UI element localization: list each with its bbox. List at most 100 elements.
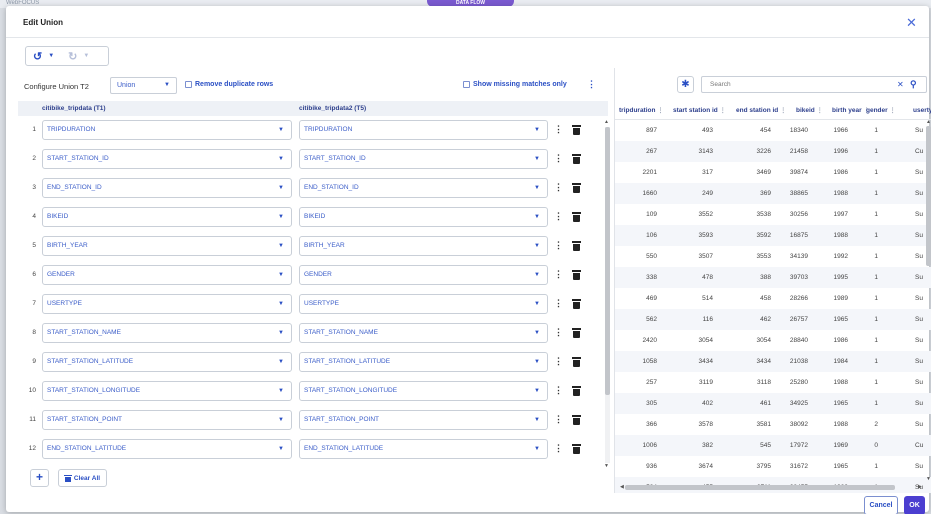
close-icon[interactable]: ✕ bbox=[906, 16, 917, 29]
table-cell: 3469 bbox=[756, 169, 771, 176]
cancel-button[interactable]: Cancel bbox=[864, 496, 898, 514]
left-column-select[interactable]: END_STATION_ID ▼ bbox=[42, 178, 292, 198]
right-column-select[interactable]: START_STATION_LATITUDE ▼ bbox=[299, 352, 548, 372]
scroll-thumb[interactable] bbox=[926, 126, 931, 266]
ok-button[interactable]: OK bbox=[904, 496, 925, 514]
trash-icon[interactable] bbox=[572, 357, 581, 367]
grid-column-header[interactable]: bikeid ⋮ bbox=[796, 107, 823, 114]
trash-icon[interactable] bbox=[572, 154, 581, 164]
scroll-thumb[interactable] bbox=[625, 485, 895, 490]
right-column-select[interactable]: START_STATION_LONGITUDE ▼ bbox=[299, 381, 548, 401]
left-column-select[interactable]: USERTYPE ▼ bbox=[42, 294, 292, 314]
gear-icon[interactable]: ✱ bbox=[677, 76, 694, 93]
redo-icon[interactable]: ↻ bbox=[68, 47, 77, 65]
grid-column-header[interactable]: userty bbox=[913, 107, 931, 114]
remove-duplicates-checkbox[interactable]: Remove duplicate rows bbox=[185, 81, 273, 88]
row-more-icon[interactable]: ⋮ bbox=[554, 356, 563, 367]
trash-icon[interactable] bbox=[572, 241, 581, 251]
left-column-select[interactable]: BIKEID ▼ bbox=[42, 207, 292, 227]
table-cell: 382 bbox=[702, 442, 713, 449]
row-more-icon[interactable]: ⋮ bbox=[554, 443, 563, 454]
undo-icon[interactable]: ↺ bbox=[33, 47, 42, 65]
row-number: 6 bbox=[32, 271, 36, 278]
row-more-icon[interactable]: ⋮ bbox=[554, 327, 563, 338]
trash-icon[interactable] bbox=[572, 444, 581, 454]
left-column-select[interactable]: START_STATION_NAME ▼ bbox=[42, 323, 292, 343]
scroll-down-icon[interactable]: ▼ bbox=[604, 463, 609, 469]
grid-horizontal-scrollbar[interactable]: ◀ ▶ bbox=[620, 484, 924, 491]
clear-all-button[interactable]: Clear All bbox=[58, 469, 107, 487]
row-more-icon[interactable]: ⋮ bbox=[554, 269, 563, 280]
right-column-select[interactable]: START_STATION_ID ▼ bbox=[299, 149, 548, 169]
left-column-select[interactable]: END_STATION_LATITUDE ▼ bbox=[42, 439, 292, 459]
left-column-select[interactable]: BIRTH_YEAR ▼ bbox=[42, 236, 292, 256]
trash-icon[interactable] bbox=[572, 415, 581, 425]
scroll-right-icon[interactable]: ▶ bbox=[918, 484, 922, 490]
right-column-value: START_STATION_POINT bbox=[304, 416, 380, 423]
sort-icon[interactable]: ⋮ bbox=[720, 108, 726, 114]
right-column-select[interactable]: START_STATION_NAME ▼ bbox=[299, 323, 548, 343]
sort-icon[interactable]: ⋮ bbox=[657, 108, 663, 114]
right-column-value: START_STATION_ID bbox=[304, 155, 366, 162]
row-more-icon[interactable]: ⋮ bbox=[554, 385, 563, 396]
grid-column-header[interactable]: gender ⋮ bbox=[866, 107, 896, 114]
right-column-select[interactable]: BIKEID ▼ bbox=[299, 207, 548, 227]
right-column-select[interactable]: START_STATION_POINT ▼ bbox=[299, 410, 548, 430]
scroll-thumb[interactable] bbox=[605, 127, 610, 395]
left-column-select[interactable]: TRIPDURATION ▼ bbox=[42, 120, 292, 140]
trash-icon[interactable] bbox=[572, 299, 581, 309]
right-column-select[interactable]: END_STATION_LATITUDE ▼ bbox=[299, 439, 548, 459]
right-column-value: BIRTH_YEAR bbox=[304, 242, 345, 249]
trash-icon[interactable] bbox=[572, 270, 581, 280]
table-cell: 3119 bbox=[699, 379, 713, 386]
right-column-select[interactable]: USERTYPE ▼ bbox=[299, 294, 548, 314]
redo-history-caret[interactable]: ▼ bbox=[83, 53, 89, 59]
trash-icon[interactable] bbox=[572, 183, 581, 193]
table-cell: 461 bbox=[760, 400, 771, 407]
right-column-select[interactable]: TRIPDURATION ▼ bbox=[299, 120, 548, 140]
search-input[interactable] bbox=[702, 77, 882, 92]
table-row: 366 3578 3581 38092 1988 2 Su bbox=[615, 414, 931, 435]
trash-icon[interactable] bbox=[572, 125, 581, 135]
left-column-select[interactable]: START_STATION_POINT ▼ bbox=[42, 410, 292, 430]
right-column-select[interactable]: END_STATION_ID ▼ bbox=[299, 178, 548, 198]
clear-search-icon[interactable]: ✕ bbox=[897, 80, 904, 89]
sort-icon[interactable]: ⋮ bbox=[817, 108, 823, 114]
add-row-button[interactable]: + bbox=[30, 469, 49, 487]
undo-history-caret[interactable]: ▼ bbox=[48, 53, 54, 59]
grid-column-header[interactable]: end station id ⋮ bbox=[736, 107, 786, 114]
left-column-select[interactable]: START_STATION_ID ▼ bbox=[42, 149, 292, 169]
trash-icon[interactable] bbox=[572, 328, 581, 338]
trash-icon[interactable] bbox=[572, 386, 581, 396]
left-column-select[interactable]: GENDER ▼ bbox=[42, 265, 292, 285]
scroll-up-icon[interactable]: ▲ bbox=[926, 119, 931, 125]
left-column-select[interactable]: START_STATION_LONGITUDE ▼ bbox=[42, 381, 292, 401]
scroll-left-icon[interactable]: ◀ bbox=[620, 484, 624, 490]
row-more-icon[interactable]: ⋮ bbox=[554, 153, 563, 164]
config-more-icon[interactable]: ⋮ bbox=[587, 79, 596, 90]
trash-icon[interactable] bbox=[572, 212, 581, 222]
grid-column-header[interactable]: start station id ⋮ bbox=[673, 107, 726, 114]
scroll-up-icon[interactable]: ▲ bbox=[604, 119, 609, 125]
row-more-icon[interactable]: ⋮ bbox=[554, 240, 563, 251]
sort-icon[interactable]: ⋮ bbox=[890, 108, 896, 114]
left-column-select[interactable]: START_STATION_LATITUDE ▼ bbox=[42, 352, 292, 372]
row-more-icon[interactable]: ⋮ bbox=[554, 298, 563, 309]
show-missing-checkbox[interactable]: Show missing matches only bbox=[463, 81, 567, 88]
grid-vertical-scrollbar[interactable]: ▲ ▼ bbox=[925, 119, 931, 484]
right-column-select[interactable]: GENDER ▼ bbox=[299, 265, 548, 285]
chevron-down-icon: ▼ bbox=[534, 417, 540, 423]
mapping-scrollbar[interactable]: ▲ ▼ bbox=[603, 119, 611, 471]
row-more-icon[interactable]: ⋮ bbox=[554, 414, 563, 425]
row-more-icon[interactable]: ⋮ bbox=[554, 182, 563, 193]
sort-icon[interactable]: ⋮ bbox=[780, 108, 786, 114]
union-type-select[interactable]: Union ▼ bbox=[110, 77, 177, 94]
row-more-icon[interactable]: ⋮ bbox=[554, 124, 563, 135]
grid-column-header[interactable]: birth year ⋮ bbox=[832, 107, 870, 114]
right-column-select[interactable]: BIRTH_YEAR ▼ bbox=[299, 236, 548, 256]
scroll-down-icon[interactable]: ▼ bbox=[926, 476, 931, 482]
search-icon[interactable]: ⚲ bbox=[910, 79, 917, 90]
row-more-icon[interactable]: ⋮ bbox=[554, 211, 563, 222]
table-cell: 3226 bbox=[756, 148, 771, 155]
grid-column-header[interactable]: tripduration ⋮ bbox=[619, 107, 663, 114]
